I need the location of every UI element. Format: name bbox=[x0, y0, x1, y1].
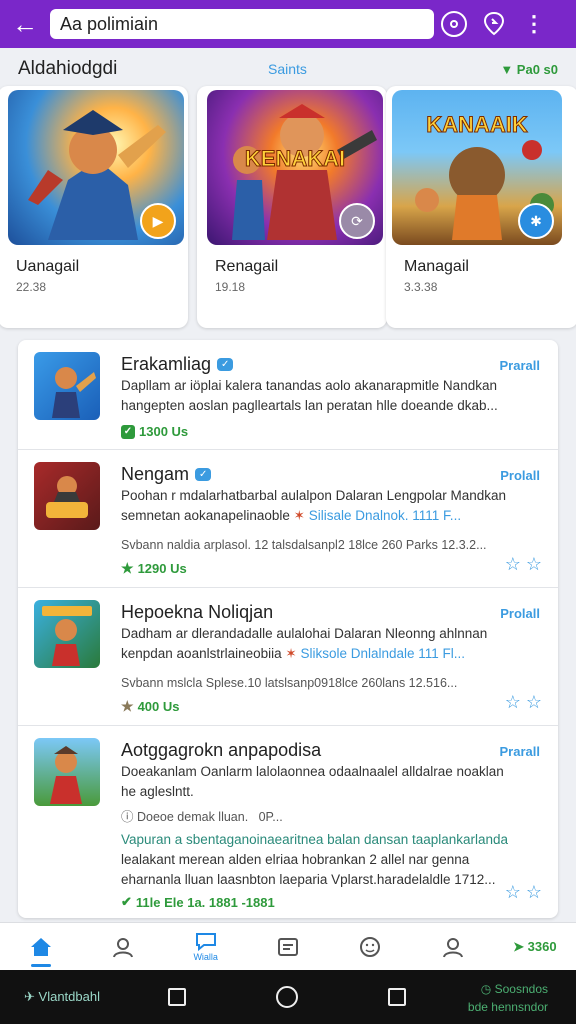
favorite-stars-icon[interactable]: ☆ ☆ bbox=[505, 554, 542, 575]
item-paragraph: Vapuran a sbentaganoinaearitnea balan da… bbox=[121, 832, 509, 887]
game-logo-text: KENAKAI bbox=[244, 146, 346, 172]
featured-carousel: ▶ Uanagail 22.38 KENAKAI ⟳ Renagail 19.1… bbox=[0, 86, 576, 331]
item-footer: Svbann naldia arplasol. 12 talsdalsanpl2… bbox=[121, 538, 487, 552]
item-title: Erakamliag ✓ bbox=[121, 354, 234, 375]
nav-profile-icon[interactable] bbox=[82, 923, 164, 970]
system-status-text: ✈ Vlantdbahl bbox=[24, 989, 100, 1004]
top-app-bar: ← Aa polimiain ⋮ bbox=[0, 0, 576, 48]
favorite-stars-icon[interactable]: ☆ ☆ bbox=[505, 692, 542, 713]
send-icon: ➤ bbox=[513, 938, 524, 954]
bottom-navigation: Wialla ➤ 3360 bbox=[0, 922, 576, 970]
item-description: Doeakanlam Oanlarm lalolaonnea odaalnaal… bbox=[121, 764, 504, 799]
card-name: Renagail bbox=[215, 258, 279, 275]
card-meta: 22.38 bbox=[16, 280, 47, 294]
sparkle-icon: ✶ bbox=[293, 508, 305, 523]
share-badge-icon[interactable]: ✱ bbox=[518, 203, 554, 239]
star-icon: ★ bbox=[121, 698, 134, 714]
list-item[interactable]: Nengam ✓ Prolall Poohan r mdalarhatbarba… bbox=[18, 450, 558, 588]
check-badge-icon: ✓ bbox=[121, 424, 135, 439]
app-thumbnail bbox=[34, 738, 100, 806]
nav-account-icon[interactable] bbox=[411, 923, 493, 970]
item-description: Dadham ar dlerandadalle aulalohai Dalara… bbox=[121, 626, 488, 661]
featured-card[interactable]: KANAAIK ✱ Managail 3.3.38 bbox=[386, 86, 576, 328]
verified-badge-icon: ✓ bbox=[217, 358, 234, 371]
location-pin-icon[interactable] bbox=[474, 0, 514, 48]
card-meta: 19.18 bbox=[215, 280, 246, 294]
info-icon: ⓘ bbox=[121, 810, 134, 824]
item-rating: ✓ 1300 Us bbox=[121, 424, 188, 439]
system-right-status: ◷ Soosndos bde hennsndor bbox=[467, 982, 548, 1014]
item-title: Nengam ✓ bbox=[121, 464, 212, 485]
item-action-link[interactable]: Prarall bbox=[500, 744, 540, 759]
list-item[interactable]: Erakamliag ✓ Prarall Dapllam ar iöplai k… bbox=[18, 340, 558, 450]
search-input-value: Aa polimiain bbox=[60, 13, 159, 34]
nav-home-icon[interactable] bbox=[0, 923, 82, 970]
system-navigation-bar: ✈ Vlantdbahl ◷ Soosndos bde hennsndor bbox=[0, 970, 576, 1024]
featured-card[interactable]: KENAKAI ⟳ Renagail 19.18 bbox=[197, 86, 387, 328]
play-badge-icon[interactable]: ▶ bbox=[140, 203, 176, 239]
home-button-icon[interactable] bbox=[276, 986, 298, 1008]
item-subline: ⓘ Doeoe demak lluan. 0P... bbox=[121, 810, 283, 824]
more-vert-icon[interactable]: ⋮ bbox=[514, 0, 554, 48]
game-artwork: KENAKAI ⟳ bbox=[207, 90, 383, 245]
app-thumbnail bbox=[34, 462, 100, 530]
list-item[interactable]: Aotggagrokn anpapodisa Prarall Doeakanla… bbox=[18, 726, 558, 918]
sparkle-icon: ✶ bbox=[285, 646, 297, 661]
clock-icon: ◷ bbox=[480, 982, 492, 996]
target-icon[interactable] bbox=[434, 0, 474, 48]
item-title: Hepoekna Noliqjan bbox=[121, 602, 274, 622]
nav-score[interactable]: ➤ 3360 bbox=[494, 923, 576, 970]
game-artwork: ▶ bbox=[8, 90, 184, 245]
item-action-link[interactable]: Prarall bbox=[500, 358, 540, 373]
item-description: Dapllam ar iöplai kalera tanandas aolo a… bbox=[121, 378, 498, 413]
verified-badge-icon: ✓ bbox=[195, 468, 212, 481]
nav-chat-label: Wialla bbox=[193, 952, 218, 962]
app-thumbnail bbox=[34, 600, 100, 668]
featured-title: Aldahiodgdi bbox=[18, 58, 118, 79]
airplane-icon: ✈ bbox=[24, 989, 35, 1004]
card-name: Managail bbox=[404, 258, 469, 275]
featured-header: Aldahiodgdi Saints ▼ Pa0 s0 bbox=[0, 52, 576, 86]
star-icon: ★ bbox=[121, 560, 134, 576]
card-name: Uanagail bbox=[16, 258, 80, 275]
favorite-stars-icon[interactable]: ☆ ☆ bbox=[505, 882, 542, 903]
search-input[interactable]: Aa polimiain bbox=[50, 9, 434, 39]
nav-chat-icon[interactable]: Wialla bbox=[165, 923, 247, 970]
featured-see-all-link[interactable]: Saints bbox=[268, 61, 307, 77]
featured-meta: ▼ Pa0 s0 bbox=[500, 61, 558, 77]
game-artwork: KANAAIK ✱ bbox=[392, 90, 562, 245]
app-list: Erakamliag ✓ Prarall Dapllam ar iöplai k… bbox=[18, 340, 558, 918]
item-action-link[interactable]: Prolall bbox=[500, 468, 540, 483]
card-meta: 3.3.38 bbox=[404, 280, 438, 294]
item-footer: Svbann mslcla Splese.10 latslsanp0918lce… bbox=[121, 676, 458, 690]
item-rating: ★ 400 Us bbox=[121, 698, 180, 714]
item-description: Poohan r mdalarhatbarbal aulalpon Dalara… bbox=[121, 488, 507, 523]
item-title: Aotggagrokn anpapodisa bbox=[121, 740, 322, 760]
check-badge-icon: ✔ bbox=[121, 894, 132, 909]
item-rating: ★ 1290 Us bbox=[121, 560, 187, 576]
featured-card[interactable]: ▶ Uanagail 22.38 bbox=[0, 86, 188, 328]
item-rating: ✔ 11le Ele 1a. 1881 -1881 bbox=[121, 894, 275, 910]
reload-badge-icon[interactable]: ⟳ bbox=[339, 203, 375, 239]
app-thumbnail bbox=[34, 352, 100, 420]
nav-emoji-icon[interactable] bbox=[329, 923, 411, 970]
nav-news-icon[interactable] bbox=[247, 923, 329, 970]
square-button-icon[interactable] bbox=[168, 988, 186, 1006]
back-arrow-icon[interactable]: ← bbox=[0, 0, 50, 48]
list-item[interactable]: Hepoekna Noliqjan Prolall Dadham ar dler… bbox=[18, 588, 558, 726]
game-logo-text: KANAAIK bbox=[426, 112, 528, 138]
item-action-link[interactable]: Prolall bbox=[500, 606, 540, 621]
recents-button-icon[interactable] bbox=[388, 988, 406, 1006]
